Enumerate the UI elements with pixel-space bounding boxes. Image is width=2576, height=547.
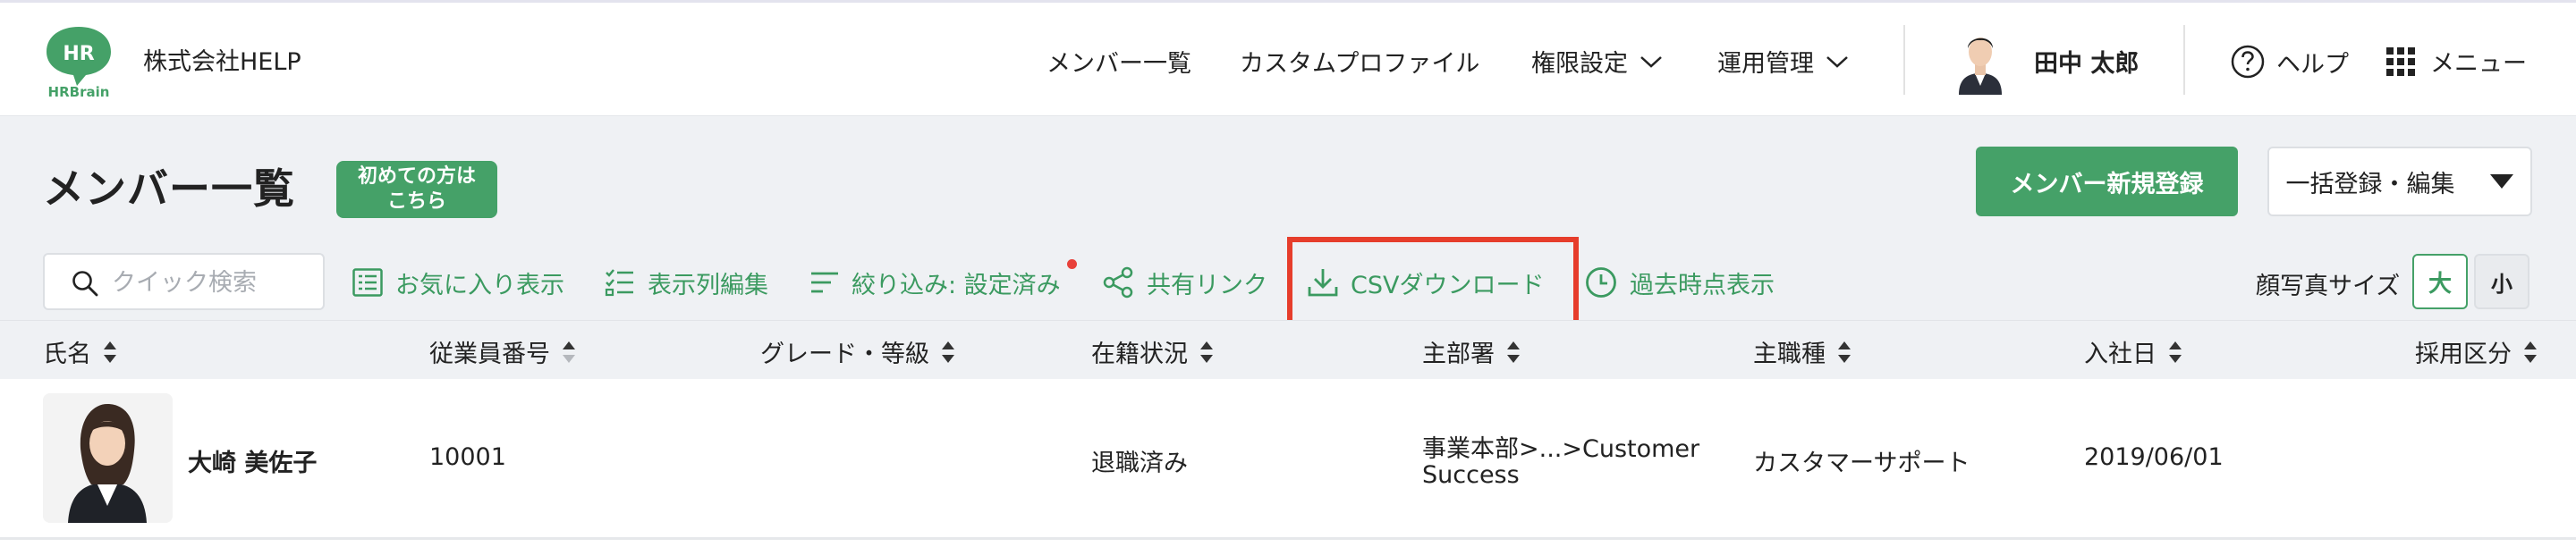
sort-icon bbox=[104, 341, 116, 363]
user-avatar[interactable] bbox=[1955, 27, 2005, 95]
column-header-department[interactable]: 主部署 bbox=[1422, 334, 1521, 369]
hrbrain-logo[interactable]: HR HRBrain bbox=[41, 23, 116, 100]
new-member-register-button[interactable]: メンバー新規登録 bbox=[1976, 147, 2238, 216]
sort-icon bbox=[563, 341, 575, 363]
user-name[interactable]: 田中 太郎 bbox=[2034, 44, 2139, 79]
nav-custom-profile[interactable]: カスタムプロファイル bbox=[1240, 44, 1479, 79]
nav-member-list[interactable]: メンバー一覧 bbox=[1046, 44, 1191, 79]
help-circle-icon bbox=[2231, 45, 2265, 79]
photo-size-large-button[interactable]: 大 bbox=[2412, 254, 2468, 309]
nav-operation-management[interactable]: 運用管理 bbox=[1717, 44, 1850, 79]
search-icon bbox=[72, 271, 98, 297]
job-value: カスタマーサポート bbox=[1753, 450, 1970, 477]
filter-button[interactable]: 絞り込み: 設定済み bbox=[810, 266, 1061, 299]
column-label: 氏名 bbox=[43, 341, 91, 368]
share-icon bbox=[1103, 266, 1133, 299]
chevron-down-icon bbox=[1826, 55, 1848, 68]
nav-custom-profile-label: カスタムプロファイル bbox=[1240, 50, 1480, 78]
favorites-label: お気に入り表示 bbox=[395, 271, 564, 299]
help-label: ヘルプ bbox=[2276, 50, 2349, 79]
first-time-guide-badge[interactable]: 初めての方は こちら bbox=[336, 161, 497, 218]
column-header-joined-date[interactable]: 入社日 bbox=[2084, 334, 2183, 369]
column-header-employee-number[interactable]: 従業員番号 bbox=[429, 334, 577, 369]
nav-permission-settings-label: 権限設定 bbox=[1531, 50, 1628, 78]
bulk-button-label: 一括登録・編集 bbox=[2285, 170, 2455, 198]
past-view-button[interactable]: 過去時点表示 bbox=[1585, 266, 1775, 299]
column-label: 採用区分 bbox=[2415, 341, 2512, 368]
column-label: 従業員番号 bbox=[429, 341, 550, 368]
status-value: 退職済み bbox=[1091, 450, 1188, 477]
table-header bbox=[0, 320, 2576, 379]
edit-columns-label: 表示列編集 bbox=[648, 271, 768, 299]
sort-icon bbox=[2524, 341, 2537, 363]
column-header-name[interactable]: 氏名 bbox=[43, 334, 118, 369]
page-title: メンバー一覧 bbox=[43, 164, 295, 213]
photo-size-label: 顔写真サイズ bbox=[2256, 273, 2401, 300]
sort-icon bbox=[1200, 341, 1213, 363]
column-header-grade[interactable]: グレード・等級 bbox=[760, 334, 956, 369]
search-input[interactable] bbox=[112, 265, 318, 299]
logo-bubble-icon: HR HRBrain bbox=[47, 27, 111, 100]
svg-text:HR: HR bbox=[63, 43, 94, 65]
caret-down-icon bbox=[2489, 174, 2513, 189]
past-view-label: 過去時点表示 bbox=[1630, 271, 1775, 299]
employee-number: 10001 bbox=[429, 443, 506, 471]
sort-icon bbox=[1507, 341, 1520, 363]
checklist-icon bbox=[605, 269, 633, 297]
company-name: 株式会社HELP bbox=[143, 48, 301, 76]
edit-columns-button[interactable]: 表示列編集 bbox=[605, 266, 768, 299]
column-label: 主職種 bbox=[1753, 341, 1826, 368]
filter-label: 絞り込み: 設定済み bbox=[852, 271, 1061, 299]
column-header-status[interactable]: 在籍状況 bbox=[1091, 334, 1215, 369]
header-divider bbox=[2183, 25, 2185, 95]
grid-menu-icon bbox=[2386, 46, 2415, 76]
member-portrait bbox=[43, 393, 173, 523]
menu-label: メニュー bbox=[2430, 50, 2527, 78]
help-link[interactable]: ヘルプ bbox=[2230, 44, 2349, 80]
department-value-line1: 事業本部>...>Customer bbox=[1422, 435, 1700, 463]
first-badge-line1: 初めての方は bbox=[357, 165, 476, 188]
joined-date-value: 2019/06/01 bbox=[2084, 443, 2224, 471]
column-label: 主部署 bbox=[1422, 341, 1495, 368]
photo-size-small-button[interactable]: 小 bbox=[2474, 254, 2529, 309]
column-label: グレード・等級 bbox=[760, 341, 929, 368]
column-header-job[interactable]: 主職種 bbox=[1753, 334, 1852, 369]
svg-text:HRBrain: HRBrain bbox=[48, 84, 110, 98]
chevron-down-icon bbox=[1640, 55, 1662, 68]
nav-member-list-label: メンバー一覧 bbox=[1046, 50, 1191, 78]
filter-icon bbox=[811, 272, 838, 293]
filter-active-dot bbox=[1067, 259, 1077, 269]
first-badge-line2: こちら bbox=[386, 190, 446, 213]
list-star-icon bbox=[352, 268, 383, 297]
column-label: 入社日 bbox=[2084, 341, 2157, 368]
member-photo[interactable] bbox=[43, 393, 173, 523]
department-value-line2: Success bbox=[1422, 461, 1520, 489]
favorites-view-button[interactable]: お気に入り表示 bbox=[352, 266, 564, 299]
user-photo bbox=[1959, 38, 2002, 95]
column-label: 在籍状況 bbox=[1091, 341, 1188, 368]
member-name[interactable]: 大崎 美佐子 bbox=[188, 443, 317, 478]
sort-icon bbox=[942, 341, 954, 363]
quick-search[interactable] bbox=[43, 253, 325, 310]
sort-icon bbox=[2169, 341, 2182, 363]
share-link-label: 共有リンク bbox=[1147, 271, 1267, 299]
column-header-hire-type[interactable]: 採用区分 bbox=[2415, 334, 2538, 369]
header-divider bbox=[1903, 25, 1905, 95]
nav-permission-settings[interactable]: 権限設定 bbox=[1531, 44, 1664, 79]
nav-operation-management-label: 運用管理 bbox=[1717, 50, 1814, 78]
menu-button[interactable]: メニュー bbox=[2385, 44, 2527, 79]
clock-icon bbox=[1586, 267, 1616, 298]
csv-download-highlight-box bbox=[1287, 237, 1579, 331]
sort-icon bbox=[1838, 341, 1851, 363]
share-link-button[interactable]: 共有リンク bbox=[1102, 266, 1267, 299]
bulk-register-edit-button[interactable]: 一括登録・編集 bbox=[2267, 147, 2532, 216]
